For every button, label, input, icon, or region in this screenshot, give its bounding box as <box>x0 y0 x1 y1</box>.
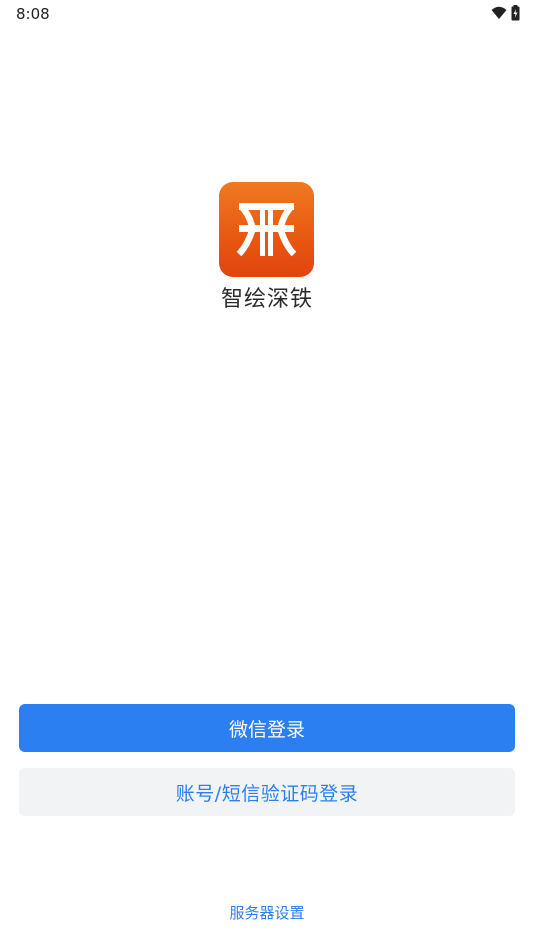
server-settings-link[interactable]: 服务器设置 <box>0 902 534 923</box>
wechat-login-button[interactable]: 微信登录 <box>19 704 515 752</box>
app-name: 智绘深铁 <box>220 287 313 312</box>
login-screen: 8:08 智绘深铁 微信登录 账号/短信验证码登录 服务器设置 <box>0 0 534 950</box>
shenzhen-metro-logo-icon <box>219 182 314 277</box>
battery-charging-icon <box>511 5 520 21</box>
account-sms-login-button[interactable]: 账号/短信验证码登录 <box>19 768 515 816</box>
status-icons <box>491 5 520 21</box>
status-time: 8:08 <box>16 5 50 23</box>
status-bar: 8:08 <box>0 0 534 28</box>
wifi-icon <box>491 6 507 20</box>
